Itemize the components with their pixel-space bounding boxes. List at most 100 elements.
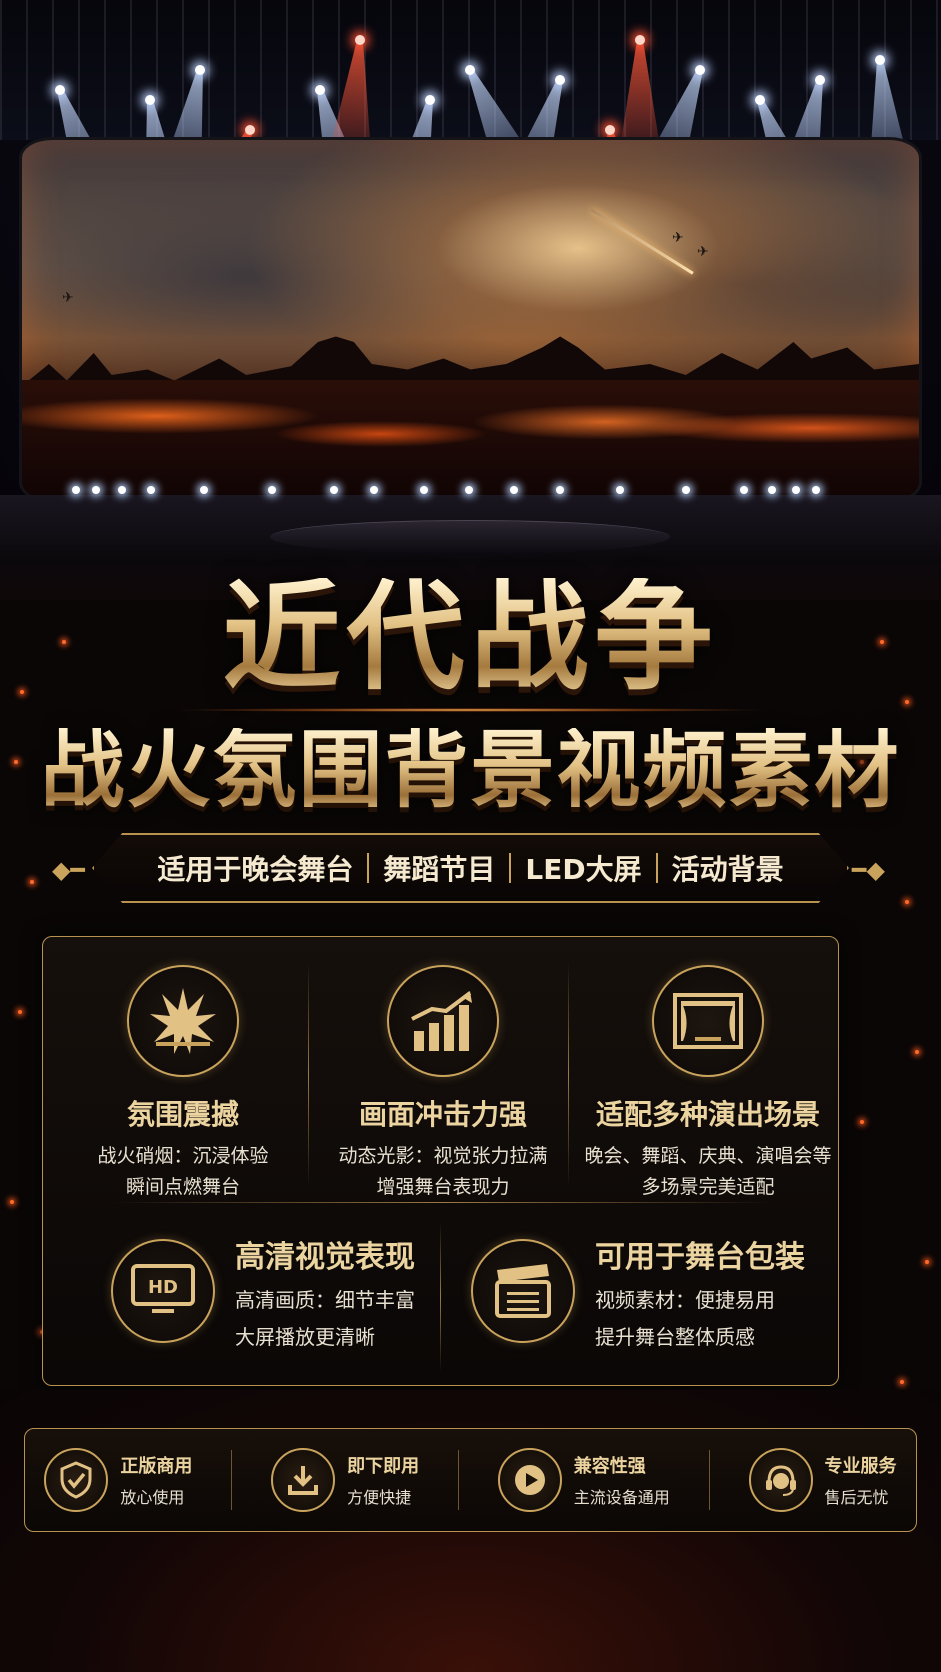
floor-light bbox=[768, 486, 776, 494]
badge-title: 兼容性强 bbox=[573, 1456, 646, 1477]
feature-stage-packaging: 可用于舞台包装 视频素材：便捷易用 提升舞台整体质感 bbox=[471, 1232, 805, 1350]
ornament-right-icon: ━◆ bbox=[852, 856, 885, 884]
badge-ready-to-use: 即下即用 方便快捷 bbox=[271, 1448, 419, 1512]
spotlight bbox=[55, 85, 65, 95]
floor-light bbox=[200, 486, 208, 494]
ornament-left-icon: ◆━ bbox=[52, 856, 85, 884]
divider bbox=[231, 1450, 233, 1510]
badge-title: 即下即用 bbox=[347, 1456, 420, 1477]
spotlight bbox=[815, 75, 825, 85]
feature-panel: 氛围震撼 战火硝烟：沉浸体验 瞬间点燃舞台 画面冲击力强 动态光影：视觉张力拉满… bbox=[42, 936, 839, 1386]
ember-particle bbox=[905, 900, 909, 904]
ember-particle bbox=[860, 1120, 864, 1124]
badge-title: 正版商用 bbox=[120, 1456, 193, 1477]
ember-particle bbox=[10, 1200, 14, 1204]
feature-line: 增强舞台表现力 bbox=[376, 1176, 510, 1198]
floor-light bbox=[682, 486, 690, 494]
ember-particle bbox=[900, 1380, 904, 1384]
badge-compatible: 兼容性强 主流设备通用 bbox=[497, 1448, 670, 1512]
sub-title: 战火氛围背景视频素材 bbox=[0, 728, 941, 812]
explosion-icon bbox=[127, 965, 239, 1077]
tagline-separator bbox=[367, 853, 370, 883]
spotlight bbox=[245, 125, 255, 135]
floor-light bbox=[92, 486, 100, 494]
feature-hd-visual: HD 高清视觉表现 高清画质：细节丰富 大屏播放更清晰 bbox=[111, 1232, 415, 1350]
spotlight bbox=[465, 65, 475, 75]
floor-light bbox=[268, 486, 276, 494]
floor-light bbox=[330, 486, 338, 494]
feature-title: 画面冲击力强 bbox=[358, 1098, 527, 1131]
feature-visual-impact: 画面冲击力强 动态光影：视觉张力拉满 增强舞台表现力 bbox=[328, 965, 558, 1199]
main-title: 近代战争 bbox=[0, 578, 941, 696]
feature-line: 视频素材：便捷易用 bbox=[595, 1288, 775, 1312]
divider bbox=[568, 962, 569, 1187]
floor-light bbox=[812, 486, 820, 494]
tagline-separator bbox=[509, 853, 512, 883]
floor-light bbox=[465, 486, 473, 494]
feature-line: 大屏播放更清晰 bbox=[235, 1325, 375, 1349]
usage-tagline-bar: 适用于晚会舞台 舞蹈节目 LED大屏 活动背景 bbox=[92, 833, 849, 903]
floor-light bbox=[147, 486, 155, 494]
hd-monitor-icon: HD bbox=[111, 1239, 215, 1343]
download-icon bbox=[271, 1448, 336, 1512]
spotlight bbox=[695, 65, 705, 75]
stage-hero-image: ✈ ✈ ✈ bbox=[0, 0, 941, 600]
headset-support-icon bbox=[748, 1448, 813, 1512]
feature-line: 提升舞台整体质感 bbox=[595, 1325, 755, 1349]
feature-title: 氛围震撼 bbox=[126, 1098, 239, 1131]
feature-line: 多场景完美适配 bbox=[641, 1176, 775, 1198]
chart-growth-icon bbox=[387, 965, 499, 1077]
feature-line: 晚会、舞蹈、庆典、演唱会等 bbox=[584, 1145, 832, 1167]
badge-title: 专业服务 bbox=[824, 1456, 897, 1477]
shield-check-icon bbox=[44, 1448, 109, 1512]
ember-particle bbox=[18, 1010, 22, 1014]
spotlight bbox=[315, 85, 325, 95]
floor-light bbox=[510, 486, 518, 494]
badge-sub: 主流设备通用 bbox=[573, 1488, 670, 1507]
spotlight bbox=[605, 125, 615, 135]
divider bbox=[708, 1450, 710, 1510]
floor-light bbox=[420, 486, 428, 494]
service-badges-bar: 正版商用 放心使用 即下即用 方便快捷 兼容性强 主流设备通用 专业服务 售后无… bbox=[24, 1428, 917, 1532]
feature-line: 动态光影：视觉张力拉满 bbox=[338, 1145, 548, 1167]
floor-light bbox=[792, 486, 800, 494]
spotlight bbox=[755, 95, 765, 105]
badge-licensed: 正版商用 放心使用 bbox=[44, 1448, 192, 1512]
feature-title: 高清视觉表现 bbox=[235, 1240, 415, 1275]
tagline-item: 舞蹈节目 bbox=[383, 853, 496, 886]
divider bbox=[440, 1222, 441, 1372]
floor-light bbox=[616, 486, 624, 494]
svg-text:HD: HD bbox=[148, 1277, 178, 1298]
spotlight bbox=[145, 95, 155, 105]
fire-glow bbox=[22, 380, 919, 500]
tagline-item: 适用于晚会舞台 bbox=[157, 853, 354, 886]
badge-sub: 放心使用 bbox=[120, 1488, 185, 1507]
badge-service: 专业服务 售后无忧 bbox=[748, 1448, 897, 1512]
plane-icon: ✈ bbox=[672, 230, 684, 246]
ember-particle bbox=[925, 1260, 929, 1264]
floor-light bbox=[118, 486, 126, 494]
feature-title: 可用于舞台包装 bbox=[595, 1240, 805, 1275]
title-glow-line bbox=[170, 708, 770, 712]
led-screen-war-scene: ✈ ✈ ✈ bbox=[22, 140, 919, 500]
ember-particle bbox=[30, 880, 34, 884]
feature-title: 适配多种演出场景 bbox=[595, 1098, 820, 1131]
plane-icon: ✈ bbox=[697, 244, 709, 260]
badge-sub: 方便快捷 bbox=[347, 1488, 412, 1507]
floor-light bbox=[370, 486, 378, 494]
divider bbox=[113, 1202, 773, 1203]
floor-light bbox=[556, 486, 564, 494]
spotlight bbox=[195, 65, 205, 75]
spotlight bbox=[355, 35, 365, 45]
plane-icon: ✈ bbox=[62, 290, 74, 306]
spotlight bbox=[425, 95, 435, 105]
divider bbox=[308, 962, 309, 1187]
tagline-separator bbox=[655, 853, 658, 883]
tagline-item: LED大屏 bbox=[525, 853, 642, 886]
ember-particle bbox=[905, 700, 909, 704]
feature-line: 瞬间点燃舞台 bbox=[125, 1176, 240, 1198]
feature-multi-scene: 适配多种演出场景 晚会、舞蹈、庆典、演唱会等 多场景完美适配 bbox=[583, 965, 833, 1199]
round-podium bbox=[270, 520, 670, 554]
badge-sub: 售后无忧 bbox=[824, 1488, 889, 1507]
floor-light bbox=[740, 486, 748, 494]
